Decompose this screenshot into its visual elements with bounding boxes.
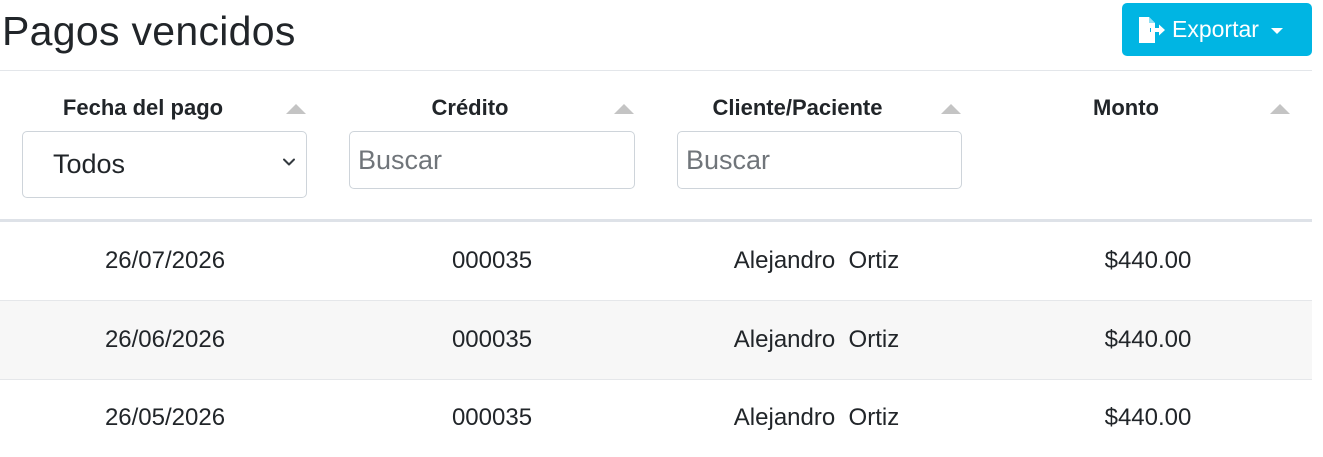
page-title: Pagos vencidos: [2, 8, 296, 54]
cell-cliente: Alejandro Ortiz: [733, 326, 900, 353]
cell-monto: $440.00: [1104, 247, 1192, 274]
column-header-fecha[interactable]: Fecha del pago: [55, 95, 231, 121]
chevron-down-icon: [283, 158, 295, 166]
column-header-monto[interactable]: Monto: [1088, 95, 1164, 121]
table-row[interactable]: 26/05/2026 000035 Alejandro Ortiz $440.0…: [0, 379, 1312, 457]
column-header-credito[interactable]: Crédito: [427, 95, 513, 121]
sort-up-icon[interactable]: [286, 104, 306, 114]
cell-fecha: 26/05/2026: [104, 404, 226, 431]
export-button-label: Exportar: [1172, 16, 1259, 42]
export-button[interactable]: Exportar: [1122, 3, 1312, 56]
fecha-filter-value: Todos: [53, 149, 126, 179]
cell-credito: 000035: [451, 404, 533, 431]
sort-up-icon[interactable]: [1270, 104, 1290, 114]
caret-down-icon: [1270, 27, 1283, 34]
file-export-icon: [1139, 16, 1165, 43]
sort-up-icon[interactable]: [614, 104, 634, 114]
table-header: Fecha del pago Crédito Cliente/Paciente …: [0, 71, 1312, 222]
cell-cliente: Alejandro Ortiz: [733, 247, 900, 274]
cell-fecha: 26/07/2026: [104, 247, 226, 274]
cell-monto: $440.00: [1104, 404, 1192, 431]
credito-search-input[interactable]: [349, 131, 635, 189]
cell-credito: 000035: [451, 247, 533, 274]
cell-monto: $440.00: [1104, 326, 1192, 353]
fecha-filter-select[interactable]: Todos: [22, 131, 307, 198]
cliente-search-input[interactable]: [677, 131, 962, 189]
sort-up-icon[interactable]: [941, 104, 961, 114]
cell-cliente: Alejandro Ortiz: [733, 404, 900, 431]
table-row[interactable]: 26/07/2026 000035 Alejandro Ortiz $440.0…: [0, 222, 1312, 301]
cell-fecha: 26/06/2026: [104, 326, 226, 353]
page-header: Pagos vencidos Exportar: [0, 0, 1312, 71]
table-row[interactable]: 26/06/2026 000035 Alejandro Ortiz $440.0…: [0, 301, 1312, 380]
cell-credito: 000035: [451, 326, 533, 353]
column-header-cliente[interactable]: Cliente/Paciente: [701, 95, 894, 121]
